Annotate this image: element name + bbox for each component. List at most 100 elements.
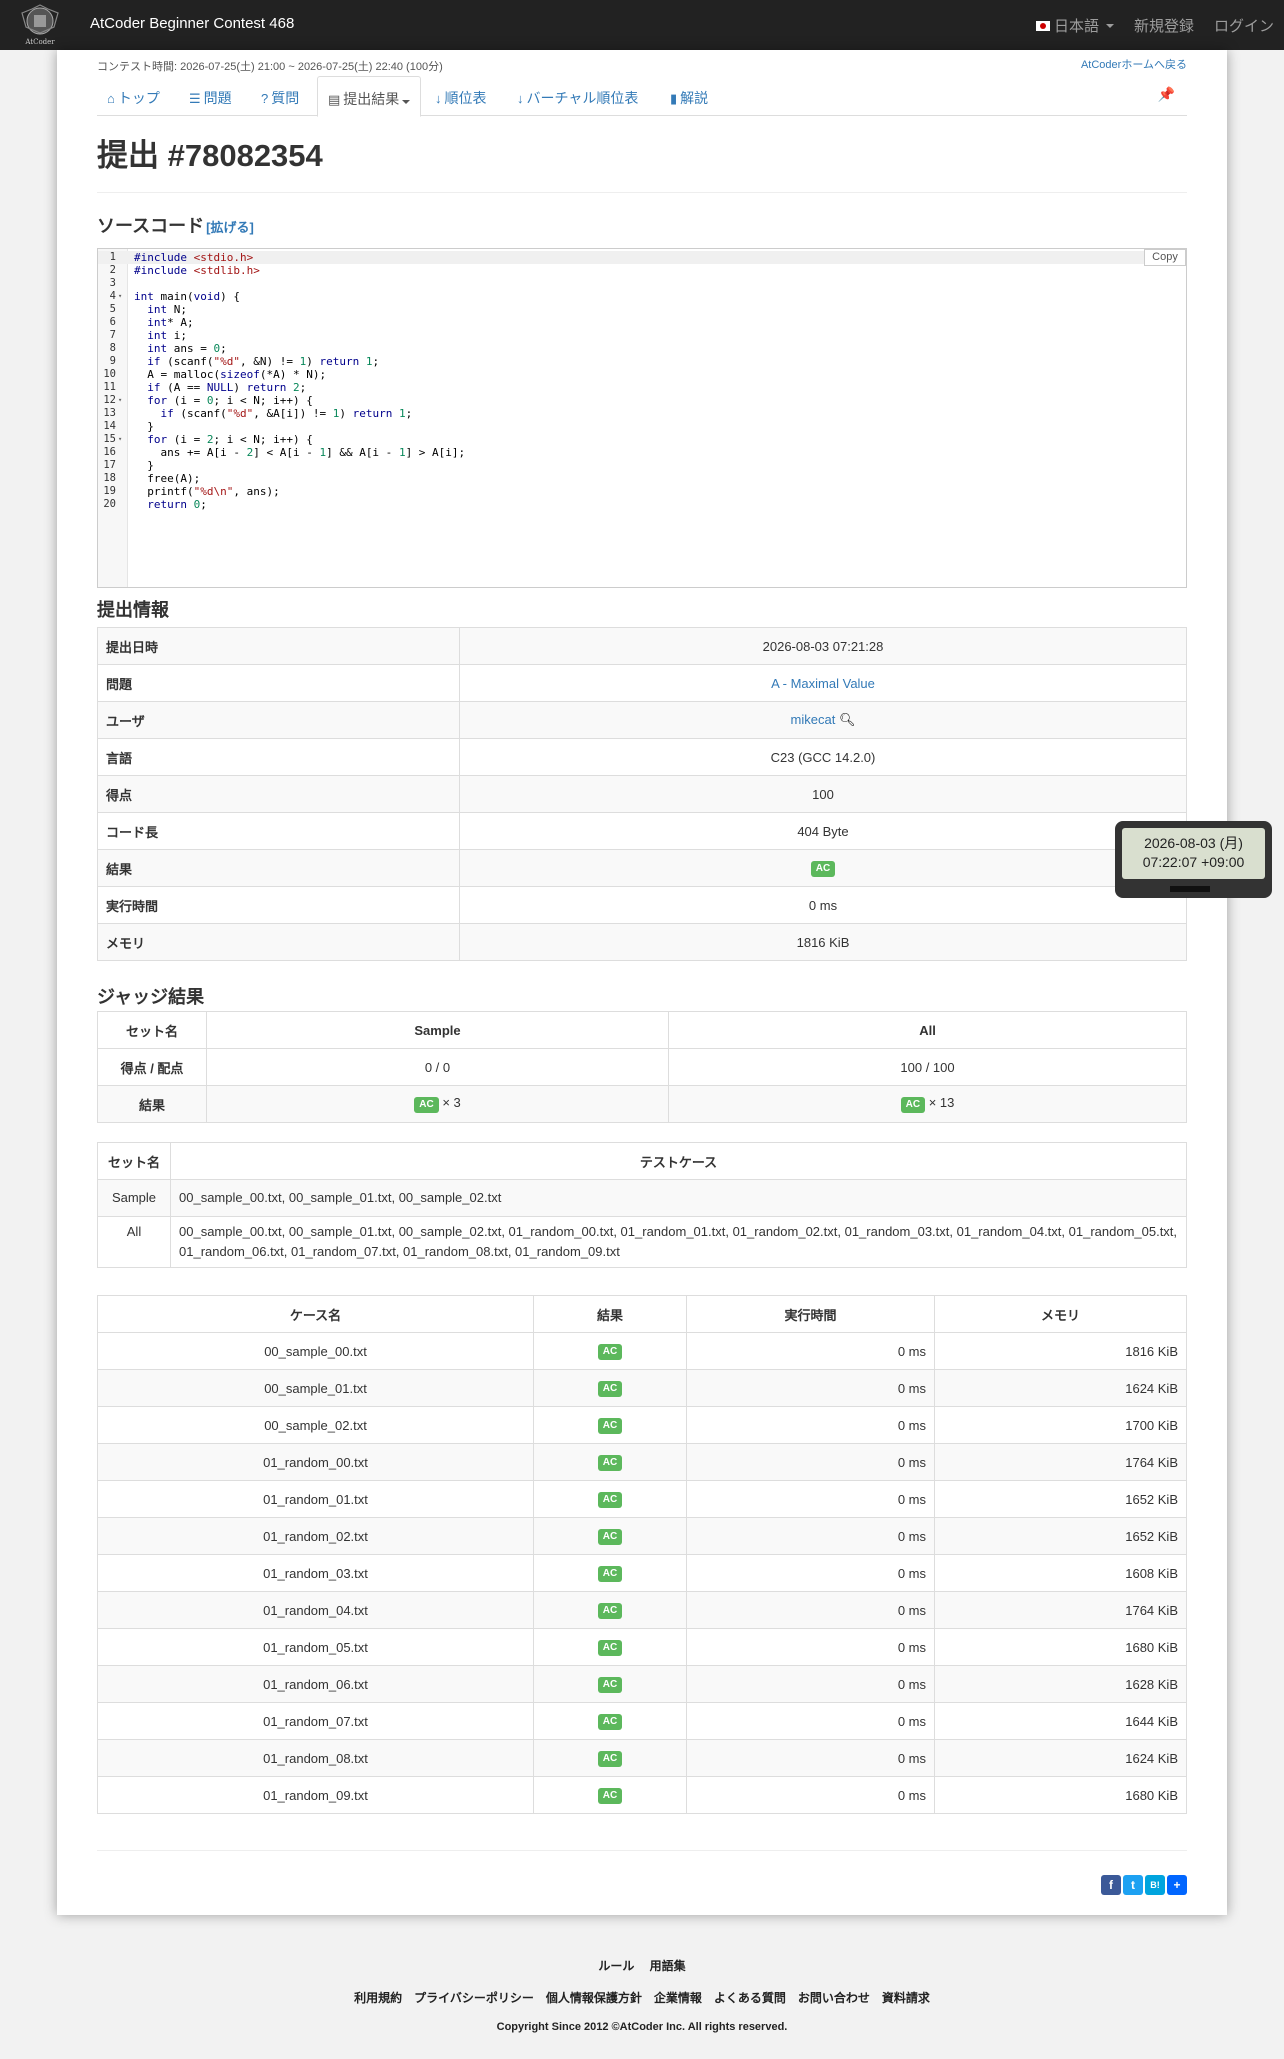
case-time: 0 ms xyxy=(686,1480,935,1518)
search-icon[interactable]: 🔍︎ xyxy=(839,712,856,727)
row-label: 結果 xyxy=(97,1085,207,1123)
code-line: 5 int N; xyxy=(98,303,1186,316)
pin-icon[interactable]: 📌 xyxy=(1158,86,1175,103)
case-status: AC xyxy=(533,1591,687,1629)
code-line: 7 int i; xyxy=(98,329,1186,342)
code-text: if (scanf("%d", &N) != 1) return 1; xyxy=(147,355,380,368)
case-memory: 1652 KiB xyxy=(934,1480,1187,1518)
share-buttons: f t B! + xyxy=(1101,1875,1187,1895)
tab-submissions[interactable]: ▤ 提出結果 xyxy=(317,76,422,117)
info-label: コード長 xyxy=(97,812,460,850)
status-badge: AC xyxy=(597,1640,623,1656)
cases-body: 00_sample_00.txt AC 0 ms 1816 KiB 00_sample_… xyxy=(97,1332,1187,1814)
case-time: 0 ms xyxy=(686,1369,935,1407)
status-badge: AC xyxy=(597,1566,623,1582)
footer-link[interactable]: 資料請求 xyxy=(882,1991,930,2005)
code-line: 8 int ans = 0; xyxy=(98,342,1186,355)
facebook-share-icon[interactable]: f xyxy=(1101,1875,1121,1895)
language-dropdown[interactable]: 日本語 xyxy=(1035,15,1114,36)
judge-heading: ジャッジ結果 xyxy=(97,987,205,1007)
footer-link[interactable]: 企業情報 xyxy=(654,1991,702,2005)
footer-row-2: 利用規約 プライバシーポリシー 個人情報保護方針 企業情報 よくある質問 お問い合わせ 資料… xyxy=(0,1989,1284,2006)
info-row-score: 得点 100 xyxy=(97,775,1187,813)
add-share-icon[interactable]: + xyxy=(1167,1875,1187,1895)
tab-top[interactable]: ⌂ トップ xyxy=(97,76,170,116)
footer-link[interactable]: 利用規約 xyxy=(354,1991,402,2005)
user-link[interactable]: mikecat xyxy=(791,712,836,727)
datetime-tooltip: 2026-08-03 (月) 07:22:07 +09:00 xyxy=(1115,821,1272,898)
atcoder-home-link[interactable]: AtCoderホームへ戻る xyxy=(1081,56,1187,72)
glossary-link[interactable]: 用語集 xyxy=(650,1959,686,1973)
case-time: 0 ms xyxy=(686,1517,935,1555)
info-label: 得点 xyxy=(97,775,460,813)
source-code-editor[interactable]: 1 #include <stdio.h> 2 #include <stdlib.h> 3… xyxy=(97,248,1187,588)
set-name: All xyxy=(97,1216,171,1268)
fold-toggle-icon[interactable]: ▾ xyxy=(118,433,122,446)
status-badge: AC xyxy=(597,1603,623,1619)
case-status: AC xyxy=(533,1443,687,1481)
case-status: AC xyxy=(533,1554,687,1592)
tab-problems[interactable]: ☰ 問題 xyxy=(179,76,242,116)
info-row-exec-time: 実行時間 0 ms xyxy=(97,886,1187,924)
case-time: 0 ms xyxy=(686,1332,935,1370)
line-number: 1 xyxy=(109,251,116,263)
case-name: 01_random_01.txt xyxy=(97,1480,534,1518)
login-link[interactable]: ログイン xyxy=(1214,15,1274,36)
footer-link[interactable]: お問い合わせ xyxy=(798,1991,870,2005)
case-time: 0 ms xyxy=(686,1665,935,1703)
code-length-value: 404 Byte xyxy=(459,812,1187,850)
hatena-bookmark-icon[interactable]: B! xyxy=(1145,1875,1165,1895)
case-time: 0 ms xyxy=(686,1554,935,1592)
tab-standings[interactable]: ↓ 順位表 xyxy=(425,76,497,116)
all-count: × 13 xyxy=(928,1095,955,1110)
case-name: 01_random_02.txt xyxy=(97,1517,534,1555)
footer-link[interactable]: よくある質問 xyxy=(714,1991,786,2005)
case-memory: 1624 KiB xyxy=(934,1369,1187,1407)
tab-label: 問題 xyxy=(203,90,232,106)
table-row: 01_random_02.txt AC 0 ms 1652 KiB xyxy=(97,1517,1187,1555)
code-text: } xyxy=(134,459,154,472)
table-row: 01_random_01.txt AC 0 ms 1652 KiB xyxy=(97,1480,1187,1518)
atcoder-logo[interactable]: AtCoder xyxy=(14,3,66,47)
tooltip-date: 2026-08-03 (月) xyxy=(1144,835,1243,851)
footer-row-1: ルール 用語集 xyxy=(0,1957,1284,1974)
info-label: 提出日時 xyxy=(97,627,460,665)
caret-down-icon xyxy=(402,100,411,104)
contest-title-link[interactable]: AtCoder Beginner Contest 468 xyxy=(90,15,294,32)
problem-link[interactable]: A - Maximal Value xyxy=(771,676,875,691)
code-text: int* A; xyxy=(147,316,194,329)
register-link[interactable]: 新規登録 xyxy=(1134,15,1194,36)
japan-flag-icon xyxy=(1035,20,1050,31)
rules-link[interactable]: ルール xyxy=(598,1959,634,1973)
submission-datetime[interactable]: 2026-08-03 07:21:28 xyxy=(459,627,1187,665)
divider xyxy=(97,192,1187,193)
code-line: 9 if (scanf("%d", &N) != 1) return 1; xyxy=(98,355,1186,368)
expand-link[interactable]: [拡げる] xyxy=(206,220,254,235)
twitter-share-icon[interactable]: t xyxy=(1123,1875,1143,1895)
table-row: 01_random_07.txt AC 0 ms 1644 KiB xyxy=(97,1702,1187,1740)
info-label: メモリ xyxy=(97,923,460,961)
fold-toggle-icon[interactable]: ▾ xyxy=(118,290,122,303)
top-navbar: AtCoder AtCoder Beginner Contest 468 日本語… xyxy=(0,0,1284,50)
tab-editorial[interactable]: ▮ 解説 xyxy=(660,76,718,116)
code-text: int main(void) { xyxy=(134,290,240,303)
divider xyxy=(97,1850,1187,1851)
code-line: 14 } xyxy=(98,420,1186,433)
footer-link[interactable]: プライバシーポリシー xyxy=(414,1991,534,2005)
fold-toggle-icon[interactable]: ▾ xyxy=(118,394,122,407)
line-number: 10 xyxy=(103,368,116,380)
tab-questions[interactable]: ? 質問 xyxy=(251,76,309,116)
code-line: 10 A = malloc(sizeof(*A) * N); xyxy=(98,368,1186,381)
column-header: メモリ xyxy=(934,1295,1187,1333)
copyright: Copyright Since 2012 ©AtCoder Inc. All r… xyxy=(496,2021,788,2033)
copy-button[interactable]: Copy xyxy=(1144,249,1186,266)
case-memory: 1624 KiB xyxy=(934,1739,1187,1777)
footer-link[interactable]: 個人情報保護方針 xyxy=(546,1991,642,2005)
info-row-date: 提出日時 2026-08-03 07:21:28 xyxy=(97,627,1187,665)
table-row: 01_random_04.txt AC 0 ms 1764 KiB xyxy=(97,1591,1187,1629)
case-name: 01_random_08.txt xyxy=(97,1739,534,1777)
status-badge: AC xyxy=(597,1455,623,1471)
tab-virtual-standings[interactable]: ↓ バーチャル順位表 xyxy=(507,76,648,116)
case-name: 00_sample_02.txt xyxy=(97,1406,534,1444)
exec-time-value: 0 ms xyxy=(459,886,1187,924)
